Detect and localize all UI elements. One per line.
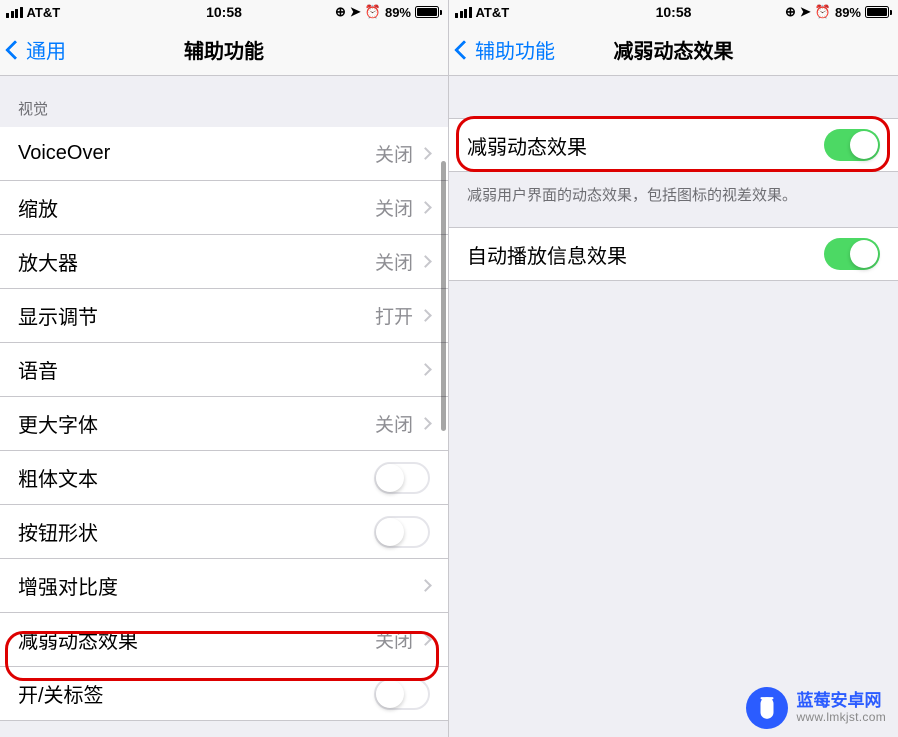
cell-label: 语音 — [18, 355, 421, 384]
toggle-bold-text[interactable] — [374, 462, 430, 494]
carrier-label: AT&T — [27, 5, 61, 20]
cell-label: 开/关标签 — [18, 679, 374, 708]
cell-reduce-motion[interactable]: 减弱动态效果 — [449, 118, 898, 172]
back-button[interactable]: 辅助功能 — [457, 35, 555, 64]
accessibility-screen: AT&T 10:58 ⊕ ➤ ⏰ 89% 通用 辅助功能 视觉 VoiceOve… — [0, 0, 449, 737]
cell-bold-text[interactable]: 粗体文本 — [0, 451, 448, 505]
chevron-right-icon — [419, 309, 432, 322]
back-button[interactable]: 通用 — [8, 35, 66, 64]
chevron-right-icon — [419, 579, 432, 592]
cell-label: 更大字体 — [18, 409, 375, 438]
cell-magnifier[interactable]: 放大器 关闭 — [0, 235, 448, 289]
cell-value: 打开 — [375, 302, 413, 329]
signal-icon — [6, 7, 23, 18]
chevron-left-icon — [454, 40, 474, 60]
clock-label: 10:58 — [656, 4, 692, 20]
battery-percent-label: 89% — [385, 5, 411, 20]
toggle-on-off-labels[interactable] — [374, 678, 430, 710]
toggle-autoplay-effects[interactable] — [824, 238, 880, 270]
chevron-right-icon — [419, 363, 432, 376]
battery-icon — [415, 6, 442, 18]
alarm-icon: ⏰ — [815, 4, 831, 20]
orientation-lock-icon: ⊕ — [785, 4, 796, 20]
battery-percent-label: 89% — [835, 5, 861, 20]
site-watermark: 蓝莓安卓网 www.lmkjst.com — [746, 687, 886, 729]
footer-description: 减弱用户界面的动态效果，包括图标的视差效果。 — [449, 172, 898, 227]
nav-bar: 通用 辅助功能 — [0, 24, 448, 76]
chevron-right-icon — [419, 201, 432, 214]
cell-label: 显示调节 — [18, 301, 375, 330]
cell-voiceover[interactable]: VoiceOver 关闭 — [0, 127, 448, 181]
chevron-right-icon — [419, 633, 432, 646]
nav-bar: 辅助功能 减弱动态效果 — [449, 24, 898, 76]
cell-label: 粗体文本 — [18, 463, 374, 492]
toggle-reduce-motion[interactable] — [824, 129, 880, 161]
cell-label: 按钮形状 — [18, 517, 374, 546]
reduce-motion-screen: AT&T 10:58 ⊕ ➤ ⏰ 89% 辅助功能 减弱动态效果 减弱动态效果 — [449, 0, 898, 737]
location-icon: ➤ — [800, 4, 811, 20]
content-scroll[interactable]: 视觉 VoiceOver 关闭 缩放 关闭 放大器 关闭 显示调节 打开 — [0, 76, 448, 737]
clock-label: 10:58 — [206, 4, 242, 20]
battery-icon — [865, 6, 892, 18]
cell-label: 增强对比度 — [18, 571, 421, 600]
blueberry-icon — [746, 687, 788, 729]
location-icon: ➤ — [350, 4, 361, 20]
chevron-right-icon — [419, 417, 432, 430]
cell-label: 减弱动态效果 — [467, 131, 824, 160]
cell-value: 关闭 — [375, 194, 413, 221]
back-label: 通用 — [26, 35, 66, 64]
back-label: 辅助功能 — [475, 35, 555, 64]
cell-increase-contrast[interactable]: 增强对比度 — [0, 559, 448, 613]
scrollbar-indicator — [441, 161, 446, 431]
cell-value: 关闭 — [375, 410, 413, 437]
status-bar: AT&T 10:58 ⊕ ➤ ⏰ 89% — [0, 0, 448, 24]
cell-value: 关闭 — [375, 140, 413, 167]
cell-label: 减弱动态效果 — [18, 625, 375, 654]
cell-label: 缩放 — [18, 193, 375, 222]
cell-button-shapes[interactable]: 按钮形状 — [0, 505, 448, 559]
chevron-right-icon — [419, 255, 432, 268]
status-bar: AT&T 10:58 ⊕ ➤ ⏰ 89% — [449, 0, 898, 24]
alarm-icon: ⏰ — [365, 4, 381, 20]
orientation-lock-icon: ⊕ — [335, 4, 346, 20]
watermark-title: 蓝莓安卓网 — [796, 691, 886, 711]
cell-reduce-motion[interactable]: 减弱动态效果 关闭 — [0, 613, 448, 667]
cell-label: 自动播放信息效果 — [467, 240, 824, 269]
cell-display-accommodations[interactable]: 显示调节 打开 — [0, 289, 448, 343]
cell-autoplay-effects[interactable]: 自动播放信息效果 — [449, 227, 898, 281]
cell-label: VoiceOver — [18, 142, 375, 165]
cell-on-off-labels[interactable]: 开/关标签 — [0, 667, 448, 721]
content-scroll[interactable]: 减弱动态效果 减弱用户界面的动态效果，包括图标的视差效果。 自动播放信息效果 — [449, 76, 898, 737]
cell-zoom[interactable]: 缩放 关闭 — [0, 181, 448, 235]
cell-larger-text[interactable]: 更大字体 关闭 — [0, 397, 448, 451]
cell-value: 关闭 — [375, 248, 413, 275]
watermark-url: www.lmkjst.com — [796, 711, 886, 725]
carrier-label: AT&T — [476, 5, 510, 20]
nav-title: 减弱动态效果 — [614, 35, 734, 64]
chevron-left-icon — [5, 40, 25, 60]
cell-label: 放大器 — [18, 247, 375, 276]
cell-value: 关闭 — [375, 626, 413, 653]
nav-title: 辅助功能 — [184, 35, 264, 64]
chevron-right-icon — [419, 147, 432, 160]
signal-icon — [455, 7, 472, 18]
cell-speech[interactable]: 语音 — [0, 343, 448, 397]
toggle-button-shapes[interactable] — [374, 516, 430, 548]
section-header-vision: 视觉 — [0, 76, 448, 127]
